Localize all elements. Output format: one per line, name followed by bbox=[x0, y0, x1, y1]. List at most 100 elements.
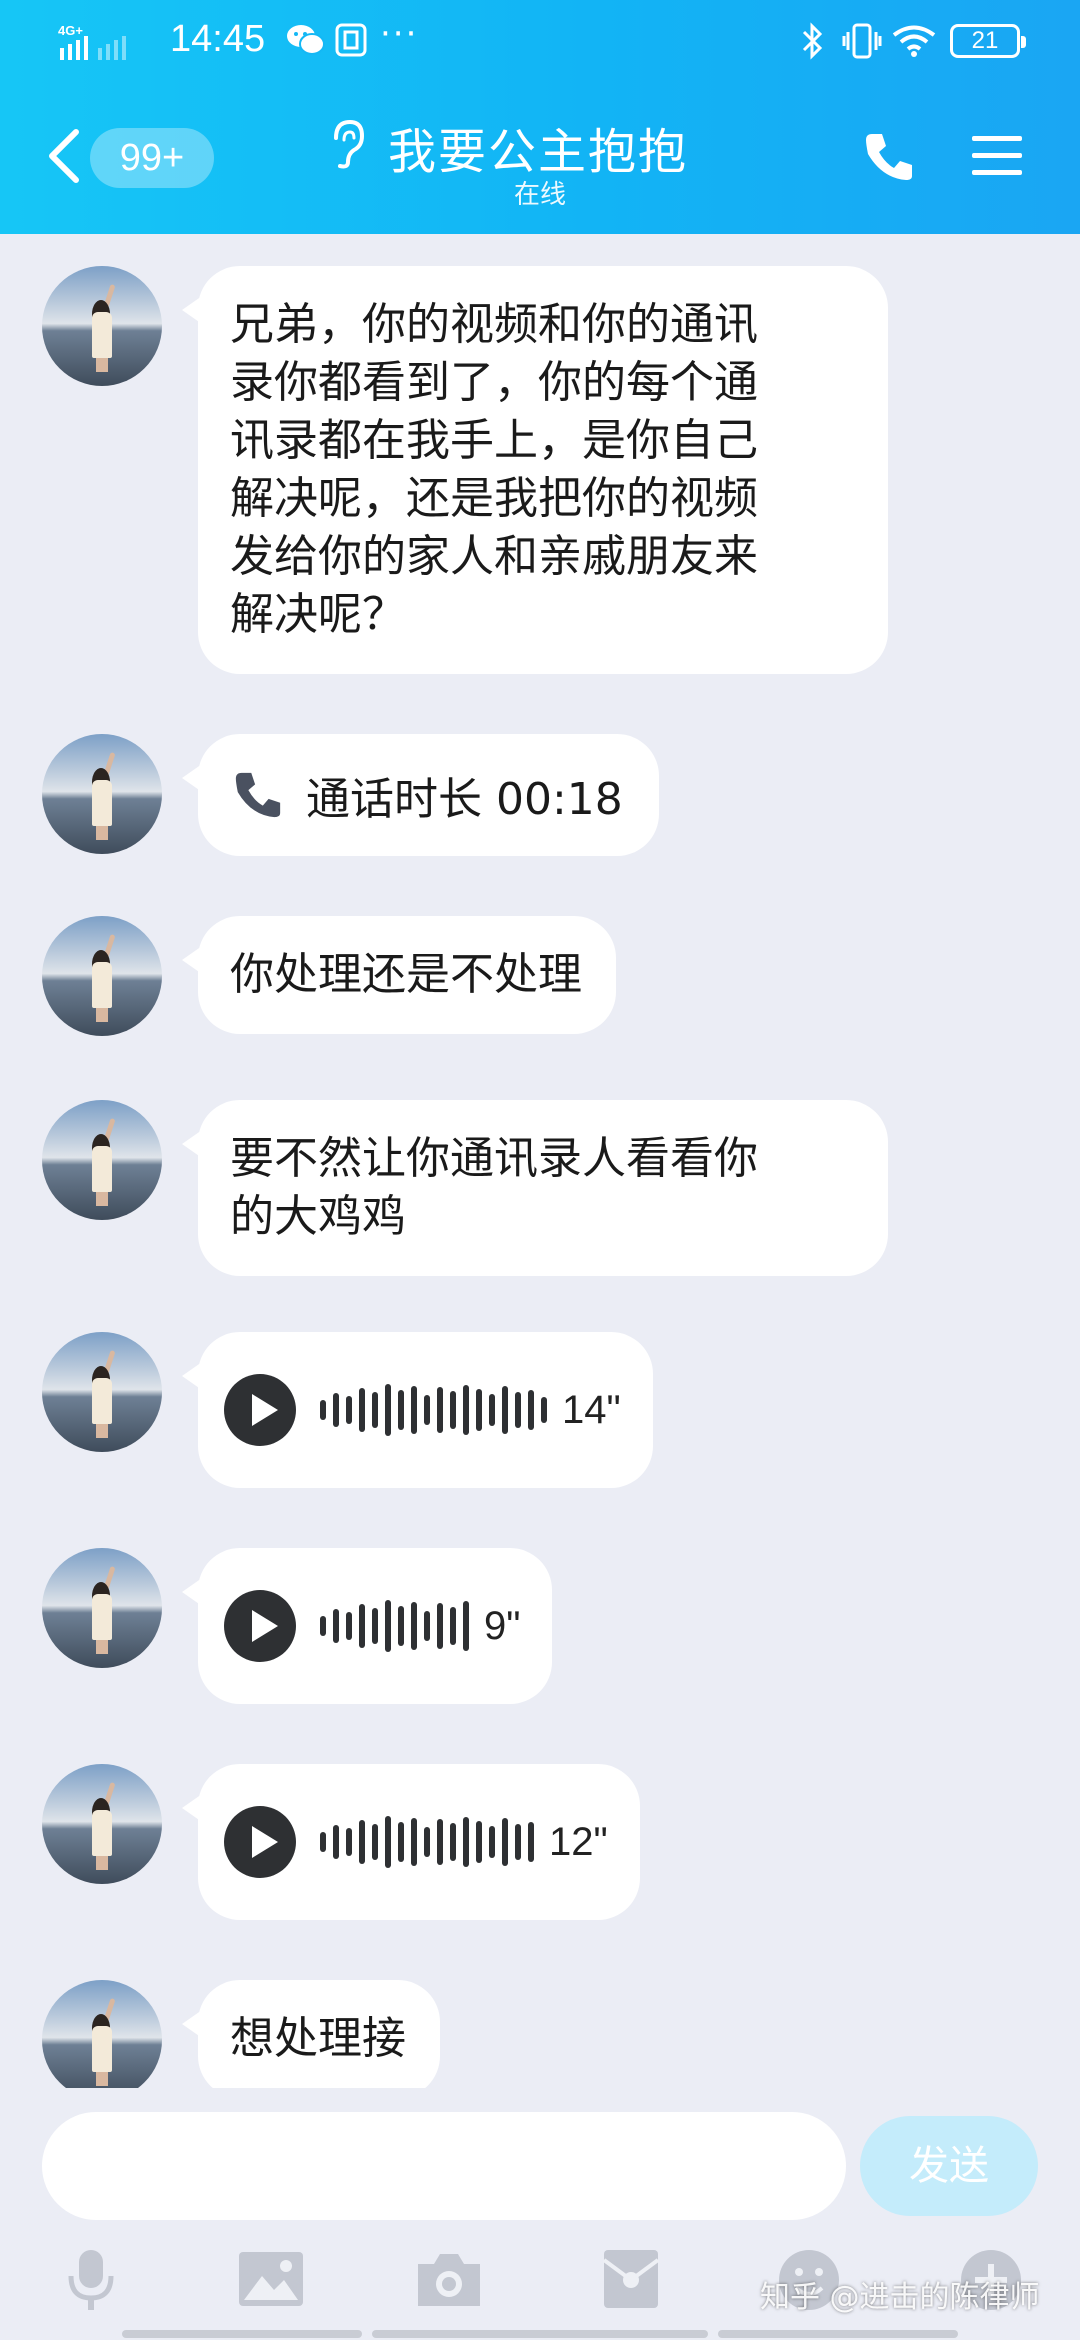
waveform-bar bbox=[424, 1395, 430, 1425]
message-bubble[interactable]: 想处理接 bbox=[182, 1980, 440, 2088]
message-bubble[interactable]: 你处理还是不处理 bbox=[182, 916, 616, 1034]
network-type: 4G+ bbox=[58, 23, 83, 38]
waveform-bar bbox=[372, 1392, 378, 1428]
battery-indicator: 21 bbox=[950, 24, 1026, 58]
contact-avatar[interactable] bbox=[42, 916, 162, 1036]
waveform-bar bbox=[437, 1387, 443, 1433]
waveform-bar bbox=[320, 1832, 326, 1852]
unread-count-badge[interactable]: 99+ bbox=[90, 128, 214, 188]
wechat-icon bbox=[287, 25, 325, 55]
voice-duration: 9" bbox=[484, 1603, 521, 1648]
waveform-bar bbox=[398, 1390, 404, 1430]
waveform-bar bbox=[489, 1394, 495, 1426]
contact-avatar[interactable] bbox=[42, 1980, 162, 2088]
voice-message-bubble[interactable]: 14" bbox=[182, 1332, 653, 1488]
nav-indicator bbox=[718, 2330, 958, 2338]
waveform-bar bbox=[411, 1818, 417, 1866]
chat-title: 我要公主抱抱 bbox=[388, 124, 689, 180]
contact-avatar[interactable] bbox=[42, 1764, 162, 1884]
waveform-bar bbox=[528, 1822, 534, 1862]
waveform-bar bbox=[424, 1611, 430, 1641]
waveform-bar bbox=[541, 1397, 547, 1423]
message-bubble[interactable]: 要不然让你通讯录人看看你 的大鸡鸡 bbox=[182, 1100, 888, 1276]
waveform-bar bbox=[424, 1827, 430, 1857]
clock: 14:45 bbox=[170, 18, 266, 60]
watermark: 知乎 @进击的陈律师 bbox=[760, 2280, 1040, 2315]
bluetooth-icon bbox=[802, 22, 823, 60]
waveform-bar bbox=[346, 1612, 352, 1640]
waveform-bar bbox=[450, 1823, 456, 1861]
contact-avatar[interactable] bbox=[42, 1100, 162, 1220]
message-text: 要不然让你通讯录人看看你 的大鸡鸡 bbox=[230, 1133, 758, 1242]
waveform-bar bbox=[385, 1600, 391, 1652]
waveform-bar bbox=[502, 1818, 508, 1866]
waveform-bar bbox=[346, 1828, 352, 1856]
waveform bbox=[320, 1596, 476, 1656]
phone-call-icon[interactable] bbox=[862, 130, 916, 184]
waveform-bar bbox=[372, 1608, 378, 1644]
waveform-bar bbox=[385, 1816, 391, 1868]
contact-avatar[interactable] bbox=[42, 266, 162, 386]
microphone-icon[interactable] bbox=[56, 2246, 126, 2312]
play-icon[interactable] bbox=[224, 1806, 296, 1878]
waveform-bar bbox=[476, 1389, 482, 1431]
ear-icon[interactable] bbox=[326, 118, 366, 170]
nav-indicator bbox=[372, 2330, 708, 2338]
phone-icon bbox=[235, 772, 281, 818]
more-notifications: ··· bbox=[380, 14, 419, 54]
app-notification-icon bbox=[335, 23, 367, 57]
waveform-bar bbox=[437, 1819, 443, 1865]
waveform-bar bbox=[411, 1602, 417, 1650]
status-bar: 4G+ 14:45 ··· 21 bbox=[0, 0, 1080, 84]
waveform-bar bbox=[333, 1393, 339, 1427]
message-text: 兄弟，你的视频和你的通讯 录你都看到了，你的每个通 讯录都在我手上，是你自己 解… bbox=[230, 299, 758, 640]
play-icon[interactable] bbox=[224, 1590, 296, 1662]
waveform-bar bbox=[502, 1386, 508, 1434]
online-status: 在线 bbox=[513, 180, 566, 210]
waveform-bar bbox=[463, 1385, 469, 1435]
play-icon[interactable] bbox=[224, 1374, 296, 1446]
contact-avatar[interactable] bbox=[42, 734, 162, 854]
contact-avatar[interactable] bbox=[42, 1548, 162, 1668]
waveform-bar bbox=[359, 1820, 365, 1864]
message-text: 想处理接 bbox=[230, 2013, 406, 2064]
vibrate-icon bbox=[842, 23, 882, 59]
voice-duration: 12" bbox=[549, 1819, 608, 1864]
waveform-bar bbox=[398, 1606, 404, 1646]
nav-indicator bbox=[122, 2330, 362, 2338]
waveform-bar bbox=[333, 1825, 339, 1859]
waveform-bar bbox=[346, 1396, 352, 1424]
message-clip: 想处理接 bbox=[0, 1960, 1080, 2088]
voice-message-bubble[interactable]: 12" bbox=[182, 1764, 640, 1920]
waveform-bar bbox=[320, 1616, 326, 1636]
voice-message-bubble[interactable]: 9" bbox=[181, 1548, 553, 1704]
wifi-icon bbox=[892, 25, 936, 57]
waveform bbox=[320, 1380, 554, 1440]
waveform-bar bbox=[463, 1601, 469, 1651]
message-text: 你处理还是不处理 bbox=[230, 949, 582, 1000]
call-record-bubble[interactable]: 通话时长 00:18 bbox=[182, 734, 659, 856]
image-icon[interactable] bbox=[236, 2246, 306, 2312]
waveform-bar bbox=[333, 1609, 339, 1643]
message-bubble[interactable]: 兄弟，你的视频和你的通讯 录你都看到了，你的每个通 讯录都在我手上，是你自己 解… bbox=[182, 266, 888, 674]
waveform-bar bbox=[463, 1817, 469, 1867]
back-arrow-icon[interactable] bbox=[44, 126, 84, 186]
voice-duration: 14" bbox=[562, 1387, 621, 1432]
waveform-bar bbox=[515, 1392, 521, 1428]
red-packet-icon[interactable] bbox=[596, 2246, 666, 2312]
waveform-bar bbox=[359, 1388, 365, 1432]
waveform bbox=[320, 1812, 541, 1872]
call-duration-label: 通话时长 00:18 bbox=[306, 774, 623, 825]
waveform-bar bbox=[398, 1822, 404, 1862]
waveform-bar bbox=[450, 1607, 456, 1645]
message-input[interactable] bbox=[42, 2112, 846, 2220]
signal-icon: 4G+ bbox=[58, 23, 126, 60]
waveform-bar bbox=[372, 1824, 378, 1860]
waveform-bar bbox=[515, 1824, 521, 1860]
camera-icon[interactable] bbox=[414, 2246, 484, 2312]
menu-icon[interactable] bbox=[970, 132, 1024, 180]
waveform-bar bbox=[450, 1391, 456, 1429]
waveform-bar bbox=[359, 1604, 365, 1648]
send-button[interactable]: 发送 bbox=[860, 2116, 1038, 2216]
contact-avatar[interactable] bbox=[42, 1332, 162, 1452]
